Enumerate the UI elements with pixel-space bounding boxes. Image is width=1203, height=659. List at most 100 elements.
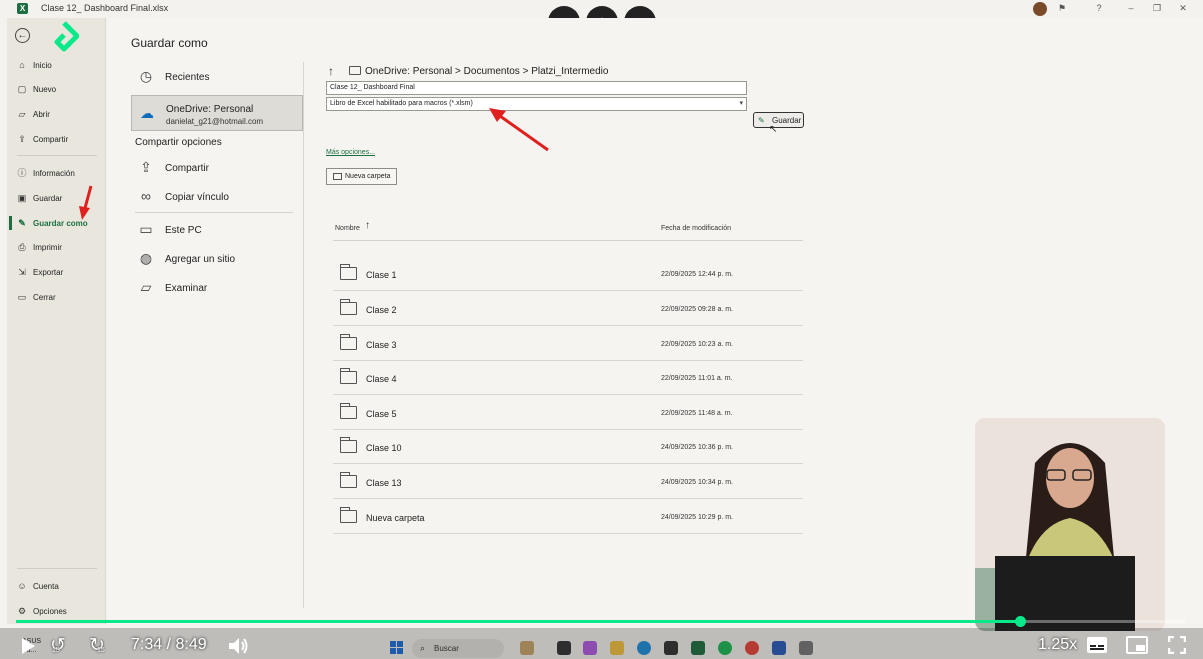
progress-bar[interactable] bbox=[16, 616, 1186, 627]
folder-icon bbox=[340, 437, 357, 453]
nav-opciones[interactable]: ⚙ Opciones bbox=[7, 601, 106, 621]
folder-row[interactable]: Clase 10 24/09/2025 10:36 p. m. bbox=[333, 430, 803, 464]
globe-icon: ◍ bbox=[139, 250, 153, 266]
nav-imprimir[interactable]: ⎙ Imprimir bbox=[7, 237, 106, 257]
folder-row[interactable]: Clase 4 22/09/2025 11:01 a. m. bbox=[333, 361, 803, 395]
instructor-video bbox=[975, 418, 1165, 631]
breadcrumb[interactable]: OneDrive: Personal > Documentos > Platzi… bbox=[365, 66, 608, 77]
nav-informacion[interactable]: ⓘ Información bbox=[7, 163, 106, 183]
close-window-icon[interactable]: ✕ bbox=[1177, 3, 1189, 14]
forward-seconds: 15 bbox=[97, 647, 105, 654]
folder-row[interactable]: Clase 3 22/09/2025 10:23 a. m. bbox=[333, 327, 803, 361]
folder-icon bbox=[333, 173, 342, 180]
header-divider bbox=[333, 240, 803, 241]
nav-divider bbox=[17, 568, 97, 569]
location-browse[interactable]: ▱ Examinar bbox=[131, 270, 303, 306]
time-separator: / bbox=[166, 636, 172, 653]
share-options-header: Compartir opciones bbox=[135, 137, 222, 148]
folder-icon bbox=[340, 334, 357, 350]
folder-row[interactable]: Nueva carpeta 24/09/2025 10:29 p. m. bbox=[333, 500, 803, 534]
feedback-icon[interactable]: ⚑ bbox=[1056, 3, 1068, 14]
page-title: Guardar como bbox=[131, 36, 208, 50]
info-icon: ⓘ bbox=[17, 168, 27, 178]
nav-exportar[interactable]: ⇲ Exportar bbox=[7, 262, 106, 282]
folder-icon bbox=[340, 368, 357, 384]
folder-row[interactable]: Clase 1 22/09/2025 12:44 p. m. bbox=[333, 257, 803, 291]
folder-icon bbox=[340, 472, 357, 488]
filename-field[interactable]: Clase 12_ Dashboard Final bbox=[326, 81, 747, 95]
location-copy-link[interactable]: ∞ Copiar vínculo bbox=[131, 179, 303, 215]
column-header-modified[interactable]: Fecha de modificación bbox=[661, 225, 731, 232]
folder-icon bbox=[349, 66, 361, 75]
nav-nuevo[interactable]: ▢ Nuevo bbox=[7, 79, 106, 99]
nav-guardar[interactable]: ▣ Guardar bbox=[7, 188, 106, 208]
more-options-link[interactable]: Más opciones... bbox=[326, 149, 375, 156]
new-file-icon: ▢ bbox=[17, 84, 27, 94]
folder-icon: ▱ bbox=[140, 279, 152, 295]
captions-icon[interactable] bbox=[1086, 636, 1108, 654]
print-icon: ⎙ bbox=[18, 242, 26, 252]
column-header-name[interactable]: Nombre bbox=[335, 225, 360, 232]
new-folder-button[interactable]: Nueva carpeta bbox=[326, 168, 397, 185]
rewind-seconds: 15 bbox=[52, 647, 60, 654]
link-icon: ∞ bbox=[141, 188, 151, 204]
folder-icon bbox=[340, 507, 357, 523]
filetype-value: Libro de Excel habilitado para macros (*… bbox=[330, 100, 473, 107]
folder-row[interactable]: Clase 13 24/09/2025 10:34 p. m. bbox=[333, 465, 803, 499]
nav-compartir[interactable]: ⇪ Compartir bbox=[7, 129, 106, 149]
filetype-select[interactable]: Libro de Excel habilitado para macros (*… bbox=[326, 97, 747, 111]
folder-open-icon: ▱ bbox=[18, 109, 26, 119]
save-icon: ✎ bbox=[758, 116, 765, 125]
nav-cuenta[interactable]: ☺ Cuenta bbox=[7, 576, 106, 596]
account-icon: ☺ bbox=[17, 581, 27, 591]
nav-divider bbox=[17, 155, 97, 156]
current-time: 7:34 bbox=[131, 636, 163, 653]
location-recent[interactable]: ◷ Recientes bbox=[131, 59, 303, 95]
clock-icon: ◷ bbox=[139, 68, 153, 84]
picture-in-picture-icon[interactable] bbox=[1126, 636, 1148, 654]
nav-guardar-como[interactable]: ✎ Guardar como bbox=[7, 213, 106, 233]
nav-cerrar[interactable]: ▭ Cerrar bbox=[7, 287, 106, 307]
share-icon: ⇪ bbox=[18, 134, 26, 144]
duration: 8:49 bbox=[175, 636, 207, 653]
mouse-cursor-icon: ↖ bbox=[769, 124, 778, 135]
video-frame: X Clase 12_ Dashboard Final.xlsx ⚑ ? – ❐… bbox=[0, 0, 1203, 659]
instructor-webcam bbox=[975, 418, 1165, 631]
time-display: 7:34 / 8:49 bbox=[131, 636, 207, 654]
progress-fill bbox=[16, 620, 1020, 623]
folder-row[interactable]: Clase 2 22/09/2025 09:28 a. m. bbox=[333, 292, 803, 326]
nav-abrir[interactable]: ▱ Abrir bbox=[7, 104, 106, 124]
volume-icon[interactable] bbox=[227, 636, 249, 656]
backstage-nav: ← ⌂ Inicio ▢ Nuevo ▱ Abrir ⇪ Compartir ⓘ… bbox=[7, 18, 106, 624]
help-icon[interactable]: ? bbox=[1093, 3, 1105, 13]
play-icon[interactable] bbox=[20, 637, 36, 655]
platzi-logo bbox=[54, 21, 79, 52]
share-icon: ⇪ bbox=[140, 159, 152, 175]
folder-icon bbox=[340, 403, 357, 419]
folder-icon bbox=[340, 264, 357, 280]
folder-icon bbox=[340, 299, 357, 315]
save-as-icon: ✎ bbox=[18, 218, 26, 228]
save-button[interactable]: ✎ Guardar bbox=[753, 112, 804, 128]
nav-inicio[interactable]: ⌂ Inicio bbox=[7, 55, 106, 75]
chevron-down-icon: ▾ bbox=[739, 100, 743, 107]
back-arrow-icon[interactable]: ← bbox=[15, 28, 30, 43]
home-icon: ⌂ bbox=[19, 60, 25, 70]
restore-icon[interactable]: ❐ bbox=[1151, 3, 1163, 14]
fullscreen-icon[interactable] bbox=[1168, 636, 1186, 654]
computer-icon: ▭ bbox=[139, 221, 153, 237]
panel-divider bbox=[303, 62, 304, 608]
progress-scrubber[interactable] bbox=[1014, 616, 1026, 627]
close-file-icon: ▭ bbox=[17, 292, 27, 302]
export-icon: ⇲ bbox=[18, 267, 26, 277]
user-avatar[interactable] bbox=[1033, 2, 1047, 16]
folder-row[interactable]: Clase 5 22/09/2025 11:48 a. m. bbox=[333, 396, 803, 430]
location-onedrive[interactable]: ☁ OneDrive: Personal danielat_g21@hotmai… bbox=[131, 95, 303, 131]
playback-speed[interactable]: 1.25x bbox=[1038, 636, 1077, 654]
excel-icon: X bbox=[17, 3, 28, 14]
up-arrow-icon[interactable]: ↑ bbox=[328, 64, 334, 78]
minimize-icon[interactable]: – bbox=[1125, 3, 1137, 13]
window-title: Clase 12_ Dashboard Final.xlsx bbox=[41, 3, 169, 13]
save-icon: ▣ bbox=[17, 193, 27, 203]
cloud-icon: ☁ bbox=[140, 105, 154, 121]
